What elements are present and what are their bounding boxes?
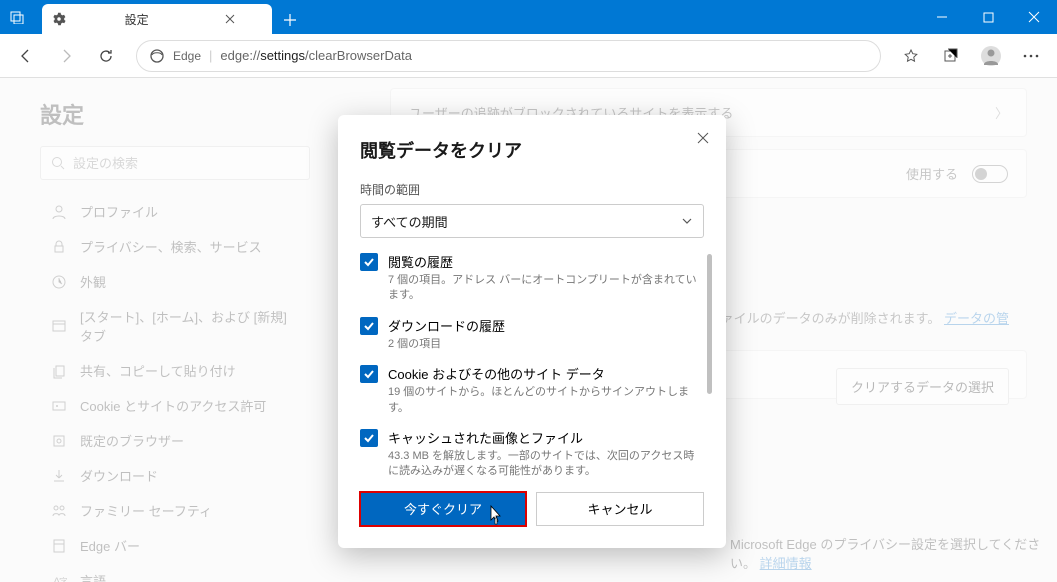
- option-desc: 7 個の項目。アドレス バーにオートコンプリートが含まれています。: [388, 273, 704, 304]
- edge-icon: [149, 48, 165, 64]
- address-bar[interactable]: Edge | edge://settings/clearBrowserData: [136, 40, 881, 72]
- option-title: 閲覧の履歴: [388, 252, 704, 271]
- clear-data-option[interactable]: Cookie およびその他のサイト データ 19 個のサイトから。ほとんどのサイト…: [360, 364, 704, 416]
- checkbox-checked[interactable]: [360, 365, 378, 383]
- minimize-button[interactable]: [919, 0, 965, 34]
- chevron-down-icon: [681, 215, 693, 227]
- profile-avatar[interactable]: [973, 38, 1009, 74]
- collections-icon[interactable]: [933, 38, 969, 74]
- titlebar: 設定: [0, 0, 1057, 34]
- time-range-label: 時間の範囲: [360, 181, 704, 198]
- dialog-title: 閲覧データをクリア: [360, 137, 704, 163]
- checkbox-checked[interactable]: [360, 253, 378, 271]
- option-title: キャッシュされた画像とファイル: [388, 428, 704, 447]
- favorites-star-icon[interactable]: [893, 38, 929, 74]
- toolbar: Edge | edge://settings/clearBrowserData: [0, 34, 1057, 78]
- clear-data-option[interactable]: 閲覧の履歴 7 個の項目。アドレス バーにオートコンプリートが含まれています。: [360, 252, 704, 304]
- checkbox-checked[interactable]: [360, 429, 378, 447]
- checkbox-checked[interactable]: [360, 317, 378, 335]
- maximize-button[interactable]: [965, 0, 1011, 34]
- clear-data-option[interactable]: キャッシュされた画像とファイル 43.3 MB を解放します。一部のサイトでは、次…: [360, 428, 704, 480]
- option-desc: 2 個の項目: [388, 337, 505, 352]
- gear-icon: [52, 12, 117, 26]
- option-title: Cookie およびその他のサイト データ: [388, 364, 704, 383]
- close-window-button[interactable]: [1011, 0, 1057, 34]
- new-tab-button[interactable]: [276, 6, 304, 34]
- url-text: edge://settings/clearBrowserData: [220, 48, 412, 63]
- forward-button[interactable]: [48, 38, 84, 74]
- time-range-value: すべての期間: [371, 212, 448, 231]
- tab-actions-icon[interactable]: [0, 0, 34, 34]
- browser-tab[interactable]: 設定: [42, 4, 272, 34]
- refresh-button[interactable]: [88, 38, 124, 74]
- clear-data-option[interactable]: ダウンロードの履歴 2 個の項目: [360, 316, 704, 352]
- option-title: ダウンロードの履歴: [388, 316, 505, 335]
- edge-label: Edge: [173, 49, 201, 63]
- cancel-button[interactable]: キャンセル: [536, 492, 704, 526]
- time-range-dropdown[interactable]: すべての期間: [360, 204, 704, 238]
- option-desc: 43.3 MB を解放します。一部のサイトでは、次回のアクセス時に読み込みが遅く…: [388, 449, 704, 480]
- more-menu-button[interactable]: [1013, 38, 1049, 74]
- clear-data-dialog: 閲覧データをクリア 時間の範囲 すべての期間 閲覧の履歴 7 個の項目。アドレス …: [338, 115, 726, 548]
- clear-now-button[interactable]: 今すぐクリア: [360, 492, 526, 526]
- back-button[interactable]: [8, 38, 44, 74]
- dialog-close-button[interactable]: [696, 131, 710, 145]
- tab-title: 設定: [125, 11, 190, 28]
- scrollbar[interactable]: [707, 254, 712, 394]
- close-tab-icon[interactable]: [197, 12, 262, 26]
- option-desc: 19 個のサイトから。ほとんどのサイトからサインアウトします。: [388, 385, 704, 416]
